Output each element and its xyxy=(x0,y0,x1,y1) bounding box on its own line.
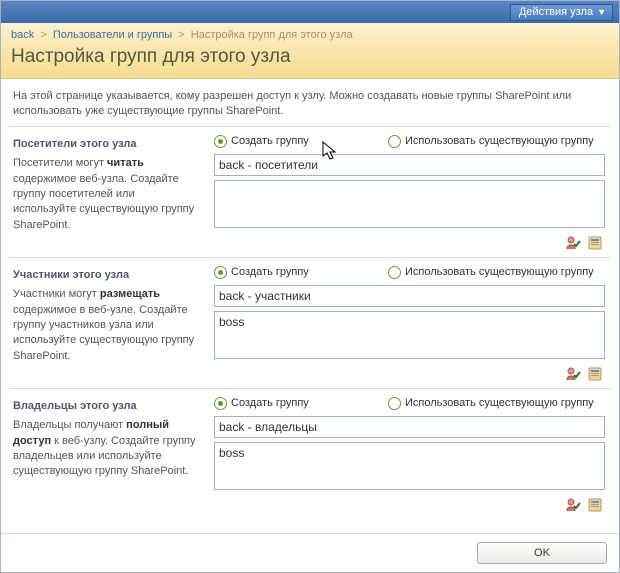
breadcrumb-sep: > xyxy=(40,29,46,41)
address-book-icon[interactable] xyxy=(587,497,603,513)
radio-existing-label[interactable]: Использовать существующую группу xyxy=(388,135,605,148)
breadcrumb-root[interactable]: back xyxy=(11,29,34,41)
section-desc-post: содержимое веб-узла. Создайте группу пос… xyxy=(13,173,194,231)
check-names-icon[interactable] xyxy=(565,235,581,251)
radio-create-text: Создать группу xyxy=(231,266,309,278)
group-name-input[interactable] xyxy=(214,416,605,438)
ok-button[interactable]: OK xyxy=(477,542,607,564)
section-info: Владельцы этого узла Владельцы получают … xyxy=(9,397,204,515)
radio-create-label[interactable]: Создать группу xyxy=(214,397,384,410)
breadcrumb: back > Пользователи и группы > Настройка… xyxy=(1,23,619,44)
radio-existing-label[interactable]: Использовать существующую группу xyxy=(388,397,605,410)
breadcrumb-mid[interactable]: Пользователи и группы xyxy=(53,29,172,41)
radio-row: Создать группу Использовать существующую… xyxy=(214,135,605,148)
section-title: Участники этого узла xyxy=(13,268,200,283)
radio-existing[interactable] xyxy=(388,135,401,148)
section-controls: Создать группу Использовать существующую… xyxy=(214,397,611,515)
breadcrumb-sep: > xyxy=(178,29,184,41)
section-title: Владельцы этого узла xyxy=(13,399,200,414)
radio-create-text: Создать группу xyxy=(231,135,309,147)
section-owners: Владельцы этого узла Владельцы получают … xyxy=(9,388,611,519)
members-input[interactable] xyxy=(214,442,605,490)
title-bar: Настройка групп для этого узла xyxy=(1,44,619,79)
radio-create-label[interactable]: Создать группу xyxy=(214,266,384,279)
section-desc-pre: Посетители могут xyxy=(13,157,107,169)
radio-existing-text: Использовать существующую группу xyxy=(405,397,594,409)
picker-icons xyxy=(214,362,605,384)
top-bar: Действия узла ▼ xyxy=(1,1,619,23)
footer: OK xyxy=(1,533,619,572)
section-desc-post: содержимое в веб-узле. Создайте группу у… xyxy=(13,304,194,362)
radio-existing-label[interactable]: Использовать существующую группу xyxy=(388,266,605,279)
radio-existing[interactable] xyxy=(388,266,401,279)
check-names-icon[interactable] xyxy=(565,497,581,513)
members-input[interactable] xyxy=(214,180,605,228)
section-desc-bold: читать xyxy=(107,157,144,169)
section-info: Участники этого узла Участники могут раз… xyxy=(9,266,204,384)
radio-existing-text: Использовать существующую группу xyxy=(405,135,594,147)
page-title: Настройка групп для этого узла xyxy=(11,46,609,68)
group-name-input[interactable] xyxy=(214,285,605,307)
site-actions-label: Действия узла xyxy=(519,6,593,18)
section-info: Посетители этого узла Посетители могут ч… xyxy=(9,135,204,253)
page-description: На этой странице указывается, кому разре… xyxy=(1,79,619,126)
picker-icons xyxy=(214,231,605,253)
radio-row: Создать группу Использовать существующую… xyxy=(214,266,605,279)
section-desc-pre: Владельцы получают xyxy=(13,419,126,431)
breadcrumb-current: Настройка групп для этого узла xyxy=(191,29,353,41)
section-visitors: Посетители этого узла Посетители могут ч… xyxy=(9,126,611,257)
radio-create-label[interactable]: Создать группу xyxy=(214,135,384,148)
site-actions-menu[interactable]: Действия узла ▼ xyxy=(510,4,613,21)
chevron-down-icon: ▼ xyxy=(597,7,606,17)
members-input[interactable] xyxy=(214,311,605,359)
address-book-icon[interactable] xyxy=(587,235,603,251)
section-controls: Создать группу Использовать существующую… xyxy=(214,135,611,253)
group-name-input[interactable] xyxy=(214,154,605,176)
section-members: Участники этого узла Участники могут раз… xyxy=(9,257,611,388)
radio-row: Создать группу Использовать существующую… xyxy=(214,397,605,410)
radio-existing-text: Использовать существующую группу xyxy=(405,266,594,278)
radio-create[interactable] xyxy=(214,135,227,148)
check-names-icon[interactable] xyxy=(565,366,581,382)
radio-create-text: Создать группу xyxy=(231,397,309,409)
section-desc-bold: размещать xyxy=(100,288,160,300)
radio-create[interactable] xyxy=(214,266,227,279)
section-title: Посетители этого узла xyxy=(13,137,200,152)
radio-create[interactable] xyxy=(214,397,227,410)
section-desc-pre: Участники могут xyxy=(13,288,100,300)
sections-container: Посетители этого узла Посетители могут ч… xyxy=(1,126,619,519)
radio-existing[interactable] xyxy=(388,397,401,410)
picker-icons xyxy=(214,493,605,515)
address-book-icon[interactable] xyxy=(587,366,603,382)
section-controls: Создать группу Использовать существующую… xyxy=(214,266,611,384)
